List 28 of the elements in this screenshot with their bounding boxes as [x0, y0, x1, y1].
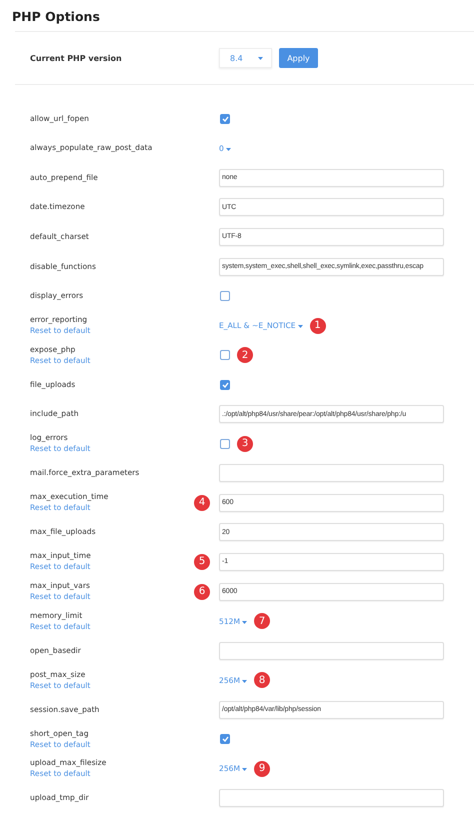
page-title: PHP Options: [11, 8, 101, 26]
checkbox[interactable]: [220, 438, 230, 449]
checkbox[interactable]: [220, 350, 230, 360]
number-badge: 3: [237, 436, 253, 452]
apply-button[interactable]: Apply: [279, 48, 318, 68]
caret-icon: [242, 680, 248, 683]
checkbox[interactable]: [220, 380, 230, 390]
number-badge: 8: [254, 672, 270, 688]
caret-icon: [298, 325, 303, 328]
input-field[interactable]: [219, 789, 444, 808]
caret-icon: [258, 56, 263, 60]
number-badge: 6: [194, 584, 210, 600]
number-badge: 9: [254, 760, 270, 777]
checkbox[interactable]: [220, 734, 230, 744]
number-badge: 4: [194, 494, 210, 511]
version-label: Current PHP version: [30, 54, 123, 62]
caret-icon: [242, 768, 248, 772]
number-badge: 5: [194, 554, 210, 570]
input-field[interactable]: [219, 464, 444, 482]
caret-icon: [226, 148, 231, 151]
caret-icon: [242, 620, 248, 624]
number-badge: 1: [310, 318, 326, 334]
number-badge: 7: [254, 613, 270, 630]
version-select[interactable]: 8.4: [219, 48, 272, 68]
checkbox[interactable]: [220, 291, 230, 302]
input-field[interactable]: [219, 642, 444, 660]
number-badge: 2: [237, 347, 253, 364]
checkbox[interactable]: [220, 114, 230, 124]
